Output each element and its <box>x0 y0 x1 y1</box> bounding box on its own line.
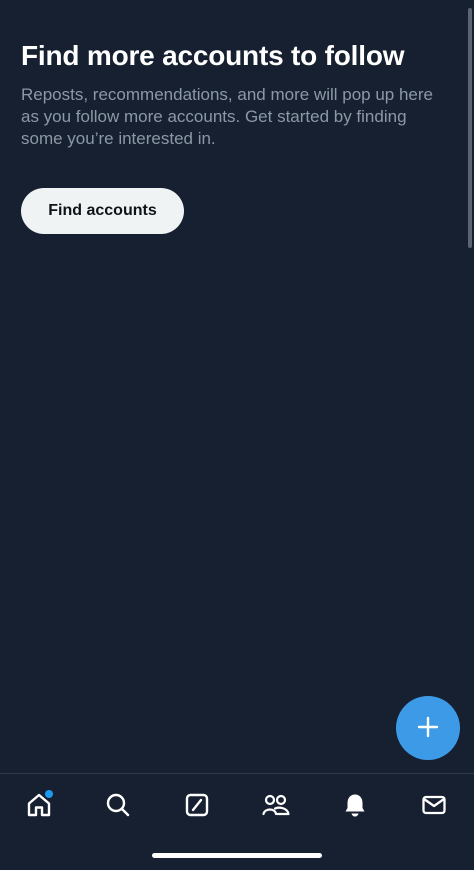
plus-icon <box>416 715 440 742</box>
empty-state-title: Find more accounts to follow <box>21 40 405 71</box>
tab-home[interactable] <box>19 788 59 822</box>
search-icon <box>104 791 132 819</box>
tab-notifications[interactable] <box>335 788 375 822</box>
notification-dot <box>45 790 53 798</box>
tab-grok[interactable] <box>177 788 217 822</box>
communities-icon <box>261 791 291 819</box>
tab-messages[interactable] <box>414 788 454 822</box>
find-accounts-button[interactable]: Find accounts <box>21 188 184 234</box>
home-indicator[interactable] <box>152 853 322 858</box>
tab-communities[interactable] <box>256 788 296 822</box>
compose-post-button[interactable] <box>396 696 460 760</box>
tab-search[interactable] <box>98 788 138 822</box>
grok-icon <box>183 791 211 819</box>
empty-state: Find more accounts to follow Reposts, re… <box>21 38 441 150</box>
bell-icon <box>341 791 369 819</box>
empty-state-subtitle: Reposts, recommendations, and more will … <box>21 85 433 148</box>
mail-icon <box>420 791 448 819</box>
scroll-indicator[interactable] <box>468 8 472 248</box>
